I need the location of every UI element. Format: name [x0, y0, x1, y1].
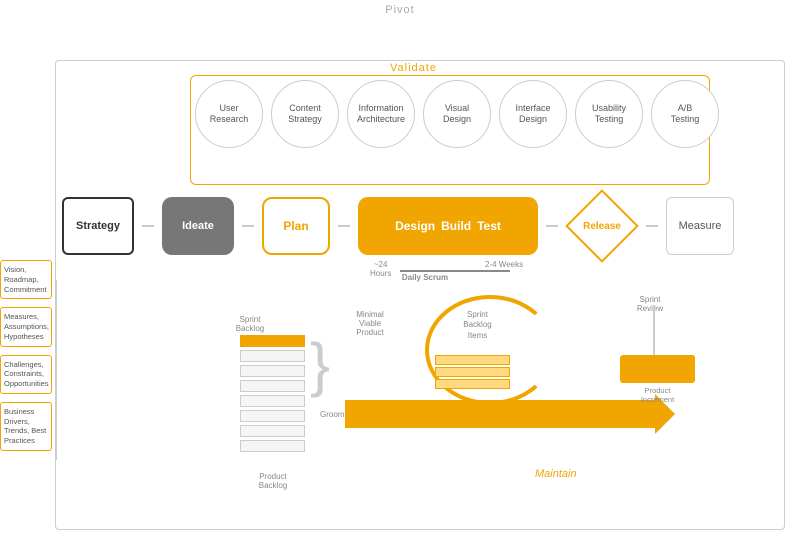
backlog-item-8: [240, 440, 305, 452]
validate-label: Validate: [390, 62, 437, 74]
maintain-label: Maintain: [535, 468, 577, 480]
product-increment-box: [620, 355, 695, 383]
backlog-item-7: [240, 425, 305, 437]
left-vert-line: [55, 280, 57, 460]
sprint-area: ~24Hours Daily Scrum 2-4 Weeks SprintBac…: [225, 255, 705, 500]
circle-information-architecture: InformationArchitecture: [347, 80, 415, 148]
strategy-label: Strategy: [76, 220, 120, 232]
left-label-vision: Vision,Roadmap,Commitment: [0, 260, 52, 299]
sprint-item-3: [435, 379, 510, 389]
circles-row: UserResearch ContentStrategy Information…: [195, 80, 719, 148]
weeks-label: 2-4 Weeks: [485, 260, 523, 269]
pivot-label: Pivot: [385, 4, 414, 16]
diagram-container: Pivot Validate UserResearch ContentStrat…: [0, 0, 800, 546]
circle-content-strategy: ContentStrategy: [271, 80, 339, 148]
sprint-items-stack: [435, 355, 510, 391]
connector-3: [338, 225, 350, 227]
design-label: Design: [395, 219, 435, 233]
top-arrow: [400, 270, 510, 272]
circle-interface-design: InterfaceDesign: [499, 80, 567, 148]
daily-scrum-label: Daily Scrum: [400, 273, 450, 282]
backlog-item-1: [240, 335, 305, 347]
sprint-review-label: SprintReview: [620, 295, 680, 313]
sprint-item-2: [435, 367, 510, 377]
backlog-item-2: [240, 350, 305, 362]
backlog-item-6: [240, 410, 305, 422]
ideate-box: Ideate: [162, 197, 234, 255]
connector-5: [646, 225, 658, 227]
plan-box: Plan: [262, 197, 330, 255]
product-backlog-label: ProductBacklog: [243, 472, 303, 490]
product-increment: ProductIncrement: [620, 355, 695, 404]
backlog-stack: [240, 335, 305, 455]
left-label-business: BusinessDrivers,Trends, BestPractices: [0, 402, 52, 451]
connector-2: [242, 225, 254, 227]
release-label: Release: [583, 221, 621, 232]
plan-label: Plan: [283, 219, 308, 233]
release-diamond: Release: [566, 190, 638, 262]
sprint-backlog-label: SprintBacklog: [225, 315, 275, 333]
left-labels: Vision,Roadmap,Commitment Measures,Assum…: [0, 260, 52, 459]
groom-label: Groom: [320, 410, 344, 419]
measure-label: Measure: [679, 220, 722, 232]
connector-4: [546, 225, 558, 227]
measure-box: Measure: [666, 197, 734, 255]
hours-label: ~24Hours: [370, 260, 391, 278]
big-orange-arrow: [345, 400, 655, 428]
curly-brace: }: [310, 335, 330, 395]
process-row: Strategy Ideate Plan Design Build Test R…: [62, 190, 734, 262]
build-label: Build: [441, 219, 471, 233]
sprint-items-label: SprintBacklogItems: [440, 310, 515, 341]
mvp-label: MinimalViableProduct: [335, 310, 405, 337]
circle-ab-testing: A/BTesting: [651, 80, 719, 148]
test-label: Test: [477, 219, 501, 233]
strategy-box: Strategy: [62, 197, 134, 255]
ideate-label: Ideate: [182, 220, 214, 232]
left-label-measures: Measures,Assumptions,Hypotheses: [0, 307, 52, 346]
connector-1: [142, 225, 154, 227]
left-label-challenges: Challenges,Constraints,Opportunities: [0, 355, 52, 394]
circle-usability-testing: UsabilityTesting: [575, 80, 643, 148]
backlog-item-5: [240, 395, 305, 407]
circle-user-research: UserResearch: [195, 80, 263, 148]
product-increment-label: ProductIncrement: [620, 386, 695, 404]
backlog-item-4: [240, 380, 305, 392]
circle-visual-design: VisualDesign: [423, 80, 491, 148]
sprint-item-1: [435, 355, 510, 365]
backlog-item-3: [240, 365, 305, 377]
dbt-box: Design Build Test: [358, 197, 538, 255]
